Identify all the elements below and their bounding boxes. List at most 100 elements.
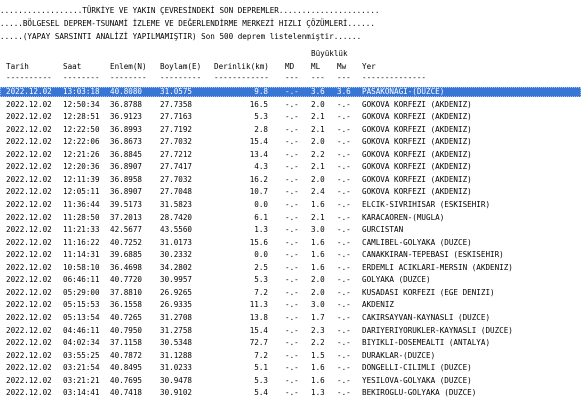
list-row[interactable]: 2022.12.02 04:46:11 40.7950 31.2758 15.4 -.- 2… [0, 326, 581, 336]
cell-depth: 2.5 [254, 262, 268, 272]
list-row[interactable]: 2022.12.02 12:22:50 36.8993 27.7192 2.8 -.- 2.… [0, 125, 581, 135]
col-header-latitude: Enlem(N) [110, 62, 147, 71]
cell-date: 2022.12.02 [6, 275, 52, 285]
list-row[interactable]: 2022.12.02 10:58:10 36.4698 34.2802 2.5 -.- 1.… [0, 263, 581, 273]
cell-location: CAMLIBEL-GOLYAKA (DUZCE) [362, 237, 472, 247]
cell-location: GOKOVA KORFEZI (AKDENIZ) [362, 112, 472, 122]
cell-mw: -.- [337, 137, 351, 147]
cell-ml: 2.0 [311, 287, 325, 297]
list-row[interactable]: 2022.12.02 03:55:25 40.7872 31.1288 7.2 -.- 1.… [0, 351, 581, 361]
cell-latitude: 40.7695 [110, 375, 143, 385]
cell-longitude: 27.7048 [160, 187, 193, 197]
cell-mw: -.- [337, 174, 351, 184]
list-row[interactable]: 2022.12.02 11:28:50 37.2013 28.7420 6.1 -.- 2.… [0, 213, 581, 223]
cell-location: DARIYERIYORUKLER-KAYNASLI (DUZCE) [362, 325, 513, 335]
cell-latitude: 36.8788 [110, 99, 143, 109]
list-row[interactable]: 2022.12.02 11:21:33 42.5677 43.5560 1.3 -.- 3.… [0, 225, 581, 235]
cell-ml: 3.0 [311, 225, 325, 235]
list-row[interactable]: 2022.12.02 05:29:00 37.8810 26.9265 7.2 -.- 2.… [0, 288, 581, 298]
cell-depth: 5.1 [254, 363, 268, 373]
list-row[interactable]: 2022.12.02 12:05:11 36.8907 27.7048 10.7 -.- 2… [0, 187, 581, 197]
cell-mw: -.- [337, 99, 351, 109]
separator-depth: ------------ [214, 73, 269, 82]
cell-latitude: 40.7950 [110, 325, 143, 335]
cell-depth: 2.8 [254, 124, 268, 134]
cell-location: GOKOVA KORFEZI (AKDENIZ) [362, 162, 472, 172]
list-row[interactable]: 2022.12.02 11:14:31 39.6885 30.2332 0.0 -.- 1.… [0, 250, 581, 260]
cell-latitude: 40.7265 [110, 312, 143, 322]
list-row[interactable]: 2022.12.02 12:22:06 36.8673 27.7032 15.4 -.- 2… [0, 137, 581, 147]
banner-note: .....(YAPAY SARSINTI ANALİZİ YAPILMAMIŞT… [0, 32, 362, 41]
cell-depth: 15.4 [249, 325, 268, 335]
cell-ml: 1.7 [311, 312, 325, 322]
cell-ml: 3.6 [311, 87, 325, 96]
cell-longitude: 27.7212 [160, 149, 193, 159]
cell-md: -.- [285, 312, 299, 322]
cell-depth: 15.6 [249, 237, 268, 247]
list-row[interactable]: 2022.12.02 05:15:53 36.1558 26.9335 11.3 -.- 3… [0, 300, 581, 310]
cell-depth: 1.3 [254, 225, 268, 235]
cell-depth: 9.8 [254, 87, 268, 96]
cell-date: 2022.12.02 [6, 112, 52, 122]
cell-latitude: 37.8810 [110, 287, 143, 297]
cell-md: -.- [285, 99, 299, 109]
cell-md: -.- [285, 174, 299, 184]
list-row[interactable]: 2022.12.02 06:46:11 40.7720 30.9957 5.3 -.- 2.… [0, 275, 581, 285]
list-row[interactable]: 2022.12.02 11:16:22 40.7252 31.0173 15.6 -.- 1… [0, 238, 581, 248]
cell-ml: 2.0 [311, 99, 325, 109]
cell-location: AKDENIZ [362, 300, 395, 310]
cell-location: BIYIKLI-DOSEMEALTI (ANTALYA) [362, 338, 491, 347]
cell-ml: 1.6 [311, 199, 325, 209]
cell-md: -.- [285, 375, 299, 385]
cell-time: 11:21:33 [63, 225, 100, 235]
cell-latitude: 40.7418 [110, 388, 143, 398]
cell-time: 13:03:18 [63, 87, 100, 96]
list-row[interactable]: 2022.12.02 03:14:41 40.7418 30.9102 5.4 -.- 1.… [0, 388, 581, 398]
cell-location: GOKOVA KORFEZI (AKDENIZ) [362, 137, 472, 147]
cell-mw: -.- [337, 112, 351, 122]
cell-mw: -.- [337, 388, 351, 398]
list-row[interactable]: 2022.12.02 05:13:54 40.7265 31.2708 13.8 -.- 1… [0, 313, 581, 323]
cell-depth: 7.2 [254, 350, 268, 360]
list-row[interactable]: 2022.12.02 12:11:39 36.8958 27.7032 16.2 -.- 2… [0, 175, 581, 185]
list-row[interactable]: 2022.12.02 04:02:34 37.1158 30.5348 72.7 -.- 2… [0, 338, 581, 348]
cell-mw: -.- [337, 350, 351, 360]
banner-title: ..................TÜRKİYE VE YAKIN ÇEVRE… [0, 6, 380, 15]
cell-latitude: 40.8080 [110, 87, 143, 96]
col-header-longitude: Boylam(E) [160, 62, 202, 71]
cell-time: 12:20:36 [63, 162, 100, 172]
cell-md: -.- [285, 350, 299, 360]
col-header-depth: Derinlik(km) [214, 62, 269, 71]
separator-mw: --- [337, 73, 351, 82]
cell-date: 2022.12.02 [6, 262, 52, 272]
list-row[interactable]: 2022.12.02 03:21:54 40.8495 31.0233 5.1 -.- 1.… [0, 363, 581, 373]
cell-mw: -.- [337, 375, 351, 385]
cell-time: 12:21:26 [63, 149, 100, 159]
cell-time: 12:22:50 [63, 124, 100, 134]
list-row[interactable]: 2022.12.02 12:50:34 36.8788 27.7358 16.5 -.- 2… [0, 100, 581, 110]
cell-mw: -.- [337, 312, 351, 322]
list-row-selected[interactable]: 2022.12.02 13:03:18 40.8080 31.0575 9.8 -.- 3.… [0, 87, 581, 97]
cell-date: 2022.12.02 [6, 149, 52, 159]
list-row[interactable]: 2022.12.02 12:20:36 36.8907 27.7417 4.3 -.- 2.… [0, 162, 581, 172]
cell-time: 12:11:39 [63, 174, 100, 184]
cell-ml: 1.6 [311, 363, 325, 373]
cell-latitude: 40.7252 [110, 237, 143, 247]
cell-location: GURCISTAN [362, 225, 404, 235]
list-row[interactable]: 2022.12.02 12:21:26 36.8845 27.7212 13.4 -.- 2… [0, 150, 581, 160]
cell-md: -.- [285, 237, 299, 247]
cell-location: ELCIK-SIVRIHISAR (ESKISEHIR) [362, 199, 491, 209]
cell-mw: -.- [337, 275, 351, 285]
cell-ml: 2.0 [311, 174, 325, 184]
col-header-location: Yer [362, 62, 376, 71]
list-row[interactable]: 2022.12.02 11:36:44 39.5173 31.5823 0.0 -.- 1.… [0, 200, 581, 210]
list-row[interactable]: 2022.12.02 12:28:51 36.9123 27.7163 5.3 -.- 2.… [0, 112, 581, 122]
cell-latitude: 36.8907 [110, 162, 143, 172]
list-row[interactable]: 2022.12.02 03:21:21 40.7695 30.9478 5.3 -.- 1.… [0, 376, 581, 386]
cell-depth: 7.2 [254, 287, 268, 297]
cell-time: 11:16:22 [63, 237, 100, 247]
cell-date: 2022.12.02 [6, 363, 52, 373]
cell-latitude: 37.1158 [110, 338, 143, 347]
cell-time: 11:14:31 [63, 250, 100, 260]
cell-mw: -.- [337, 162, 351, 172]
